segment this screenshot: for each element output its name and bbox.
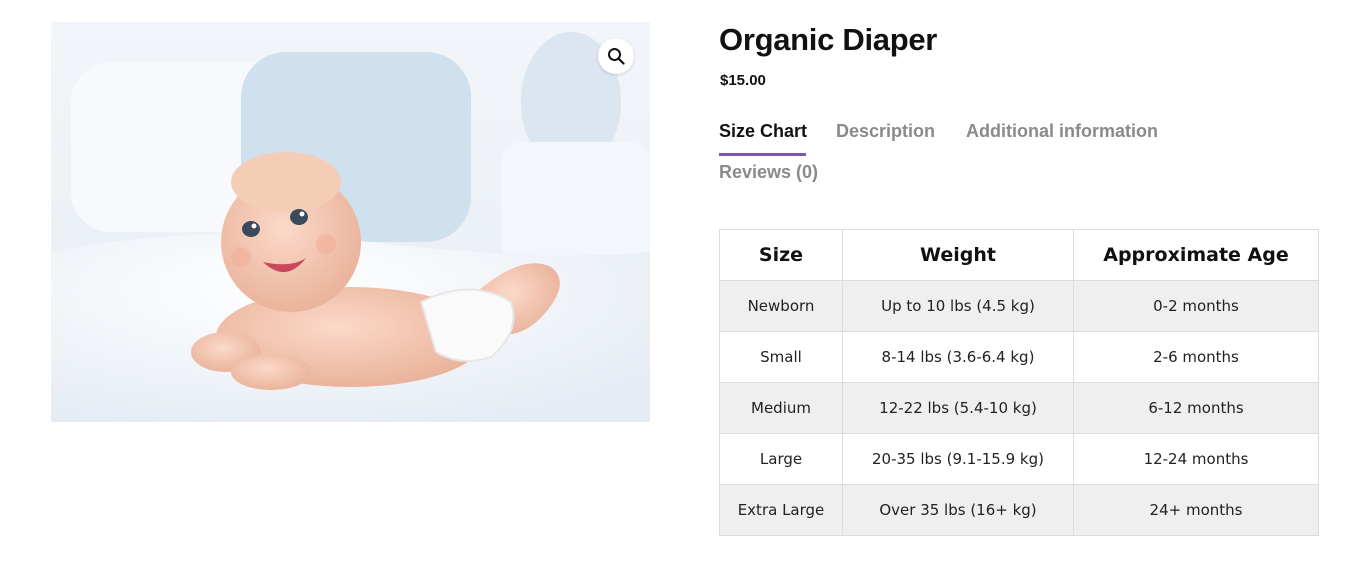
cell-weight: 20-35 lbs (9.1-15.9 kg)	[842, 433, 1074, 485]
tab-additional-information[interactable]: Additional information	[966, 121, 1158, 142]
product-image-gallery	[51, 22, 650, 422]
column-header-size: Size	[719, 229, 843, 281]
table-row: Large 20-35 lbs (9.1-15.9 kg) 12-24 mont…	[719, 433, 1319, 485]
cell-age: 6-12 months	[1073, 382, 1319, 434]
product-page: Organic Diaper $15.00 Size Chart Descrip…	[0, 0, 1348, 570]
zoom-button[interactable]	[598, 38, 634, 74]
active-tab-indicator	[719, 153, 806, 156]
product-price: $15.00	[720, 72, 766, 89]
cell-weight: Over 35 lbs (16+ kg)	[842, 484, 1074, 536]
cell-age: 2-6 months	[1073, 331, 1319, 383]
product-photo	[51, 22, 650, 422]
table-row: Newborn Up to 10 lbs (4.5 kg) 0-2 months	[719, 280, 1319, 332]
cell-size: Large	[719, 433, 843, 485]
column-header-weight: Weight	[842, 229, 1074, 281]
table-row: Medium 12-22 lbs (5.4-10 kg) 6-12 months	[719, 382, 1319, 434]
cell-age: 12-24 months	[1073, 433, 1319, 485]
size-chart-table: Size Weight Approximate Age Newborn Up t…	[719, 229, 1319, 536]
table-row: Small 8-14 lbs (3.6-6.4 kg) 2-6 months	[719, 331, 1319, 383]
cell-weight: Up to 10 lbs (4.5 kg)	[842, 280, 1074, 332]
cell-age: 24+ months	[1073, 484, 1319, 536]
tab-size-chart[interactable]: Size Chart	[719, 121, 807, 142]
table-header-row: Size Weight Approximate Age	[719, 229, 1319, 281]
product-tabs: Size Chart Description Additional inform…	[719, 118, 1319, 198]
cell-size: Extra Large	[719, 484, 843, 536]
cell-size: Small	[719, 331, 843, 383]
table-row: Extra Large Over 35 lbs (16+ kg) 24+ mon…	[719, 484, 1319, 536]
cell-weight: 8-14 lbs (3.6-6.4 kg)	[842, 331, 1074, 383]
cell-size: Newborn	[719, 280, 843, 332]
tab-reviews[interactable]: Reviews (0)	[719, 162, 818, 183]
cell-size: Medium	[719, 382, 843, 434]
magnifier-icon	[608, 48, 625, 65]
column-header-age: Approximate Age	[1073, 229, 1319, 281]
tab-description[interactable]: Description	[836, 121, 935, 142]
product-title: Organic Diaper	[719, 22, 938, 57]
cell-weight: 12-22 lbs (5.4-10 kg)	[842, 382, 1074, 434]
cell-age: 0-2 months	[1073, 280, 1319, 332]
